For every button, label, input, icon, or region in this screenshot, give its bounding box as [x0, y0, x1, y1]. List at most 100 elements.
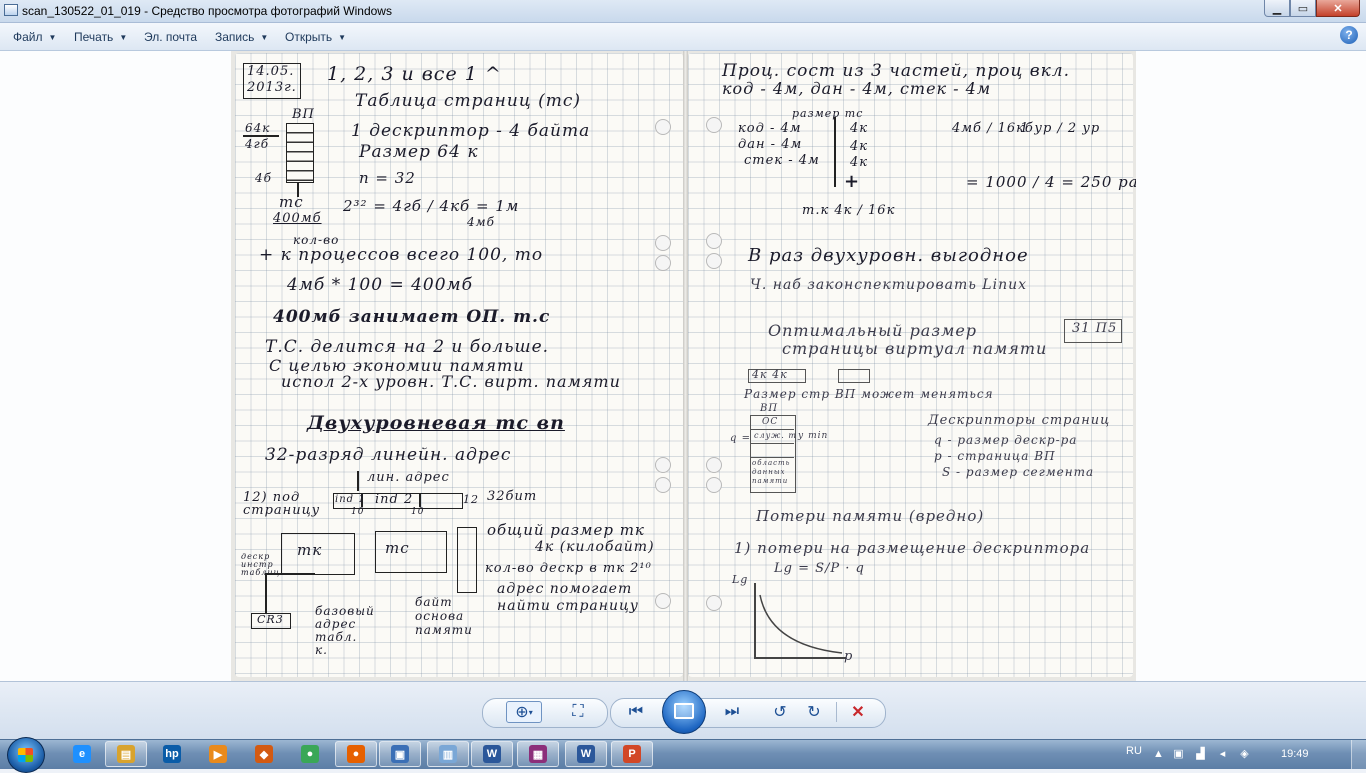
chevron-down-icon: ▾	[528, 707, 533, 717]
divider	[750, 429, 794, 430]
note-text: 1) потери на размещение дескриптора	[734, 539, 1091, 557]
delete-icon: ✕	[851, 704, 865, 721]
menu-bar: Файл ▼ Печать ▼ Эл. почта Запись ▼ Открыть ▼…	[0, 23, 1366, 51]
ring-hole	[706, 233, 722, 249]
taskbar: e ▤ hp ▶ ◆ ● ● ▣ ▥ W ▦ W P RU ▲ ▣ ▟ ◂ ◈ 19:49	[0, 737, 1366, 773]
show-hidden-icons-icon[interactable]: ▲	[1152, 748, 1165, 761]
note-text: 4б	[255, 171, 272, 185]
show-desktop-button[interactable]	[1351, 740, 1366, 769]
photo-viewer-icon: ▣	[391, 745, 409, 763]
notebook-page-right: Проц. сост из 3 частей, проц вкл. код - …	[688, 53, 1136, 677]
help-icon[interactable]: ?	[1340, 26, 1358, 44]
menu-print-label: Печать	[74, 30, 114, 44]
note-text: CR3	[257, 613, 284, 626]
note-text: служ. т	[754, 431, 797, 440]
note-text: ind 2	[375, 492, 414, 507]
fit-icon: ⛶	[572, 703, 584, 720]
volume-icon[interactable]: ◂	[1216, 748, 1229, 761]
note-text: p - страница ВП	[934, 449, 1056, 463]
rotate-right-button[interactable]: ↻	[802, 701, 826, 723]
note-text: код - 4м, дан - 4м, стек - 4м	[722, 79, 992, 98]
taskbar-app-powerpoint[interactable]: P	[611, 741, 653, 767]
taskbar-app-chrome[interactable]: ●	[289, 741, 331, 767]
network-device-icon[interactable]: ▣	[1172, 748, 1185, 761]
arrow-line	[357, 471, 359, 491]
taskbar-app-photo-viewer[interactable]: ▣	[379, 741, 421, 767]
taskbar-app-hp[interactable]: hp	[151, 741, 193, 767]
note-text: 32бит	[487, 489, 538, 504]
menu-burn[interactable]: Запись ▼	[215, 30, 268, 44]
taskbar-app-firefox[interactable]: ●	[335, 741, 377, 767]
previous-icon: ⏮	[628, 703, 644, 720]
fit-to-window-button[interactable]: ⛶	[566, 701, 590, 723]
divider	[750, 443, 794, 444]
note-text: 4гб	[245, 137, 270, 151]
menu-file[interactable]: Файл ▼	[13, 30, 56, 44]
note-heading: Таблица страниц (тс)	[355, 91, 582, 111]
menu-burn-label: Запись	[215, 30, 255, 44]
note-text: тк	[297, 541, 323, 559]
ring-hole	[706, 253, 722, 269]
taskbar-app-explorer[interactable]: ▤	[105, 741, 147, 767]
minimize-button[interactable]: ▁	[1264, 0, 1290, 17]
menu-email[interactable]: Эл. почта	[144, 30, 197, 44]
note-text: общий размер тк	[487, 521, 645, 539]
maximize-button[interactable]: ▭	[1290, 0, 1316, 17]
taskbar-app-app[interactable]: ◆	[243, 741, 285, 767]
slideshow-button[interactable]	[662, 690, 706, 734]
ring-hole	[706, 457, 722, 473]
note-text: 400мб занимает ОП. т.с	[273, 307, 551, 327]
magnifier-icon: ⊕	[515, 704, 529, 721]
scanned-photo: 14.05. 2013г. 1, 2, 3 и все 1 ^ Таблица …	[231, 51, 1136, 681]
graph-axis-label: Lg	[732, 573, 749, 586]
security-icon[interactable]: ◈	[1238, 748, 1251, 761]
loss-curve	[759, 594, 843, 654]
close-button[interactable]: ✕	[1316, 0, 1360, 17]
language-indicator[interactable]: RU	[1126, 745, 1142, 757]
signal-icon[interactable]: ▟	[1194, 748, 1207, 761]
taskbar-app-word-1[interactable]: W	[471, 741, 513, 767]
next-button[interactable]: ⏭	[712, 701, 752, 723]
media-player-icon: ▶	[209, 745, 227, 763]
taskbar-app-winrar[interactable]: ▦	[517, 741, 559, 767]
page-size-box	[838, 369, 870, 383]
window-title: scan_130522_01_019 - Средство просмотра …	[22, 4, 392, 18]
taskbar-app-notepad[interactable]: ▥	[427, 741, 469, 767]
taskbar-app-word-2[interactable]: W	[565, 741, 607, 767]
rotate-left-button[interactable]: ↺	[768, 701, 792, 723]
note-text: 31 П5	[1072, 321, 1118, 336]
note-text: В раз двухуровн. выгодное	[748, 245, 1029, 266]
taskbar-app-media-player[interactable]: ▶	[197, 741, 239, 767]
divider	[750, 457, 794, 458]
note-text: 4к (килобайт)	[535, 539, 655, 555]
curve-line	[759, 594, 843, 654]
delete-button[interactable]: ✕	[846, 701, 870, 723]
next-icon: ⏭	[724, 703, 740, 720]
menu-email-label: Эл. почта	[144, 30, 198, 44]
bracket-line	[834, 117, 836, 187]
fraction-line	[243, 135, 279, 137]
note-text: испол 2-х уровн. Т.С. вирт. памяти	[281, 372, 621, 391]
note-text: тс	[279, 193, 304, 211]
menu-open[interactable]: Открыть ▼	[285, 30, 346, 44]
taskbar-app-internet-explorer[interactable]: e	[61, 741, 103, 767]
app-icon: ◆	[255, 745, 273, 763]
note-text: 4мб * 100 = 400мб	[287, 275, 474, 295]
note-text: область данных памяти	[752, 459, 791, 485]
chevron-down-icon: ▼	[338, 33, 347, 42]
previous-button[interactable]: ⏮	[616, 701, 656, 723]
note-text: Т.С. делится на 2 и больше.	[265, 337, 550, 357]
menu-print[interactable]: Печать ▼	[74, 30, 127, 44]
note-text: стек - 4м	[744, 153, 820, 168]
word-2-icon: W	[577, 745, 595, 763]
clock[interactable]: 19:49	[1281, 748, 1309, 760]
ring-hole	[655, 457, 671, 473]
note-text: Размер 64 к	[359, 142, 479, 162]
ring-hole	[706, 595, 722, 611]
photo-viewer-app-icon	[4, 4, 18, 16]
window-controls: ▁ ▭ ✕	[1264, 0, 1360, 18]
note-text: +	[844, 171, 861, 192]
note-text: Проц. сост из 3 частей, проц вкл.	[722, 61, 1071, 81]
arrow-line	[265, 573, 315, 575]
zoom-button[interactable]: ⊕ ▾	[506, 701, 542, 723]
